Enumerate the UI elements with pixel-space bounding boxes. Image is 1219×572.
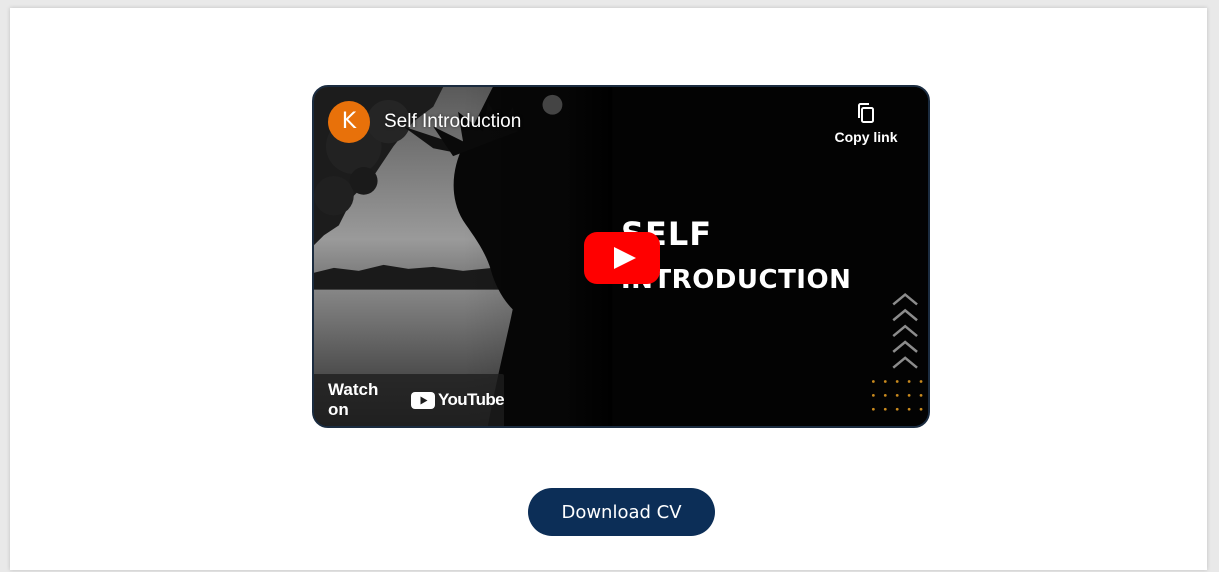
video-title[interactable]: Self Introduction [384, 111, 521, 133]
play-button[interactable] [584, 232, 660, 284]
copy-link-button[interactable]: Copy link [826, 101, 906, 147]
copy-icon [858, 103, 874, 123]
youtube-video-embed[interactable]: SELF INTRODUCTION K Self Introduction Co… [312, 85, 930, 428]
copy-link-label: Copy link [834, 129, 898, 145]
channel-avatar[interactable]: K [328, 101, 370, 143]
youtube-wordmark: YouTube [438, 390, 505, 409]
youtube-play-icon [411, 391, 435, 409]
watch-on-youtube-link[interactable]: Watch on YouTube [314, 374, 505, 426]
download-cv-button[interactable]: Download CV [528, 488, 715, 536]
watch-on-label: Watch on [328, 380, 379, 419]
page-card: SELF INTRODUCTION K Self Introduction Co… [10, 8, 1207, 570]
youtube-logo: YouTube [411, 390, 505, 410]
